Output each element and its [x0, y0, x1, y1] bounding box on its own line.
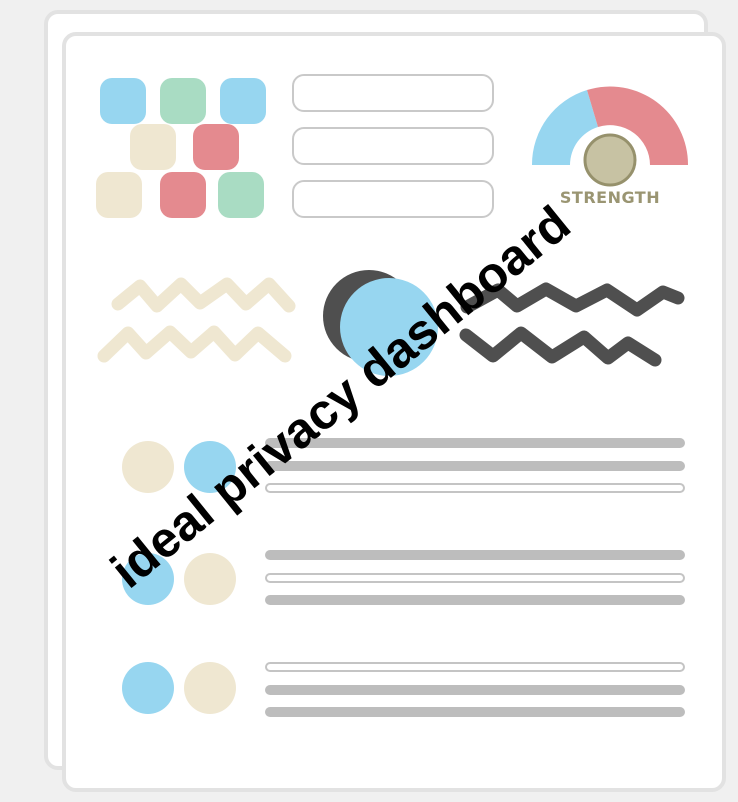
tile [160, 172, 206, 218]
input-field[interactable] [292, 180, 494, 218]
status-dot [122, 662, 174, 714]
tile [96, 172, 142, 218]
input-field[interactable] [292, 74, 494, 112]
tile [160, 78, 206, 124]
tile [193, 124, 239, 170]
tile [130, 124, 176, 170]
text-line [265, 550, 685, 560]
text-line [265, 662, 685, 672]
text-line [265, 573, 685, 583]
tile [100, 78, 146, 124]
text-line [265, 483, 685, 493]
input-field[interactable] [292, 127, 494, 165]
status-dot [184, 662, 236, 714]
status-dot [184, 553, 236, 605]
gauge-label: STRENGTH [559, 188, 661, 207]
tile [218, 172, 264, 218]
text-line [265, 707, 685, 717]
text-line [265, 595, 685, 605]
status-dot [122, 441, 174, 493]
text-line [265, 685, 685, 695]
tile [220, 78, 266, 124]
text-line [265, 461, 685, 471]
